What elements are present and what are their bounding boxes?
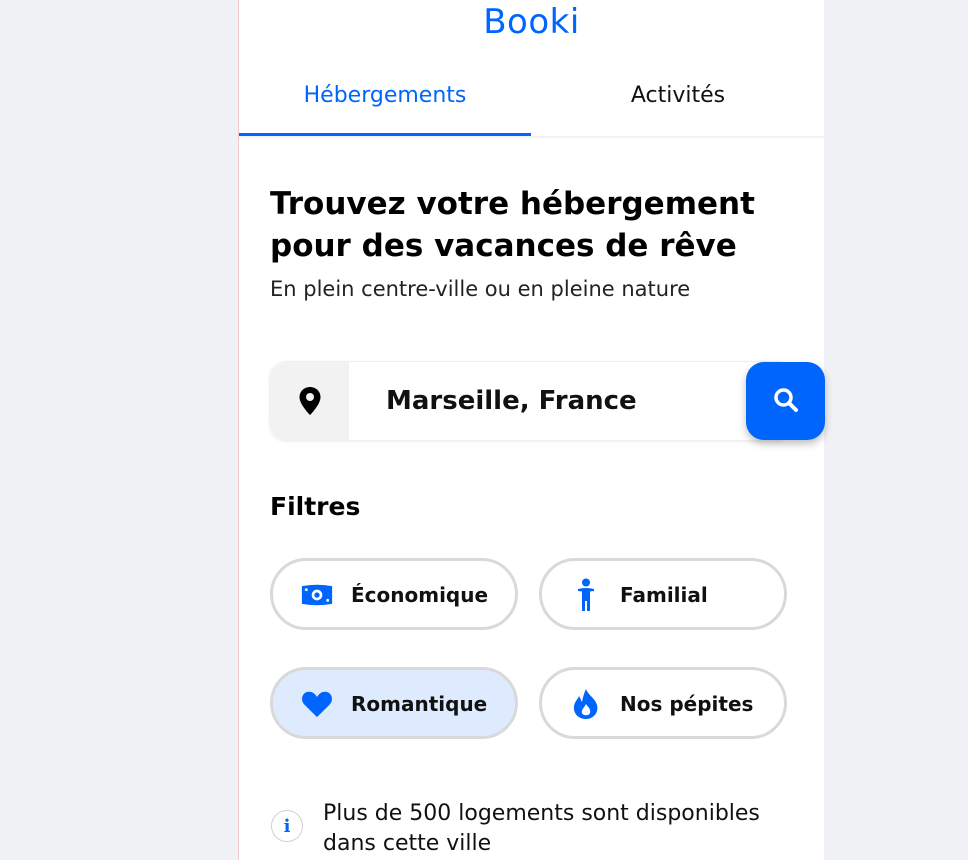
search-input[interactable] [386, 382, 706, 420]
filter-nos-pepites[interactable]: Nos pépites [539, 667, 787, 739]
page-title: Trouvez votre hébergement pour des vacan… [270, 186, 755, 264]
search-button[interactable] [746, 362, 825, 440]
main-panel: Booki Hébergements Activités Trouvez vot… [238, 0, 825, 860]
filter-label: Économique [351, 583, 489, 607]
search-icon [772, 386, 800, 417]
heart-icon [301, 688, 333, 720]
filter-economique[interactable]: Économique [270, 558, 518, 630]
money-icon [301, 579, 333, 611]
tab-activites[interactable]: Activités [532, 62, 824, 136]
tab-bar: Hébergements Activités [239, 62, 824, 138]
info-message: Plus de 500 logements sont disponibles d… [323, 801, 760, 856]
search-bar [269, 361, 825, 441]
filter-label: Familial [620, 583, 708, 607]
filter-romantique[interactable]: Romantique [270, 667, 518, 739]
flame-icon [570, 688, 602, 720]
page-subtitle: En plein centre-ville ou en pleine natur… [270, 277, 691, 301]
tab-hebergements[interactable]: Hébergements [239, 62, 531, 136]
filter-familial[interactable]: Familial [539, 558, 787, 630]
filter-label: Romantique [351, 692, 488, 716]
info-icon: i [271, 810, 303, 842]
booki-logo[interactable]: Booki [239, 2, 824, 42]
filter-label: Nos pépites [620, 692, 754, 716]
location-pin-icon [270, 362, 349, 440]
filters-heading: Filtres [270, 492, 361, 521]
person-icon [570, 578, 602, 611]
